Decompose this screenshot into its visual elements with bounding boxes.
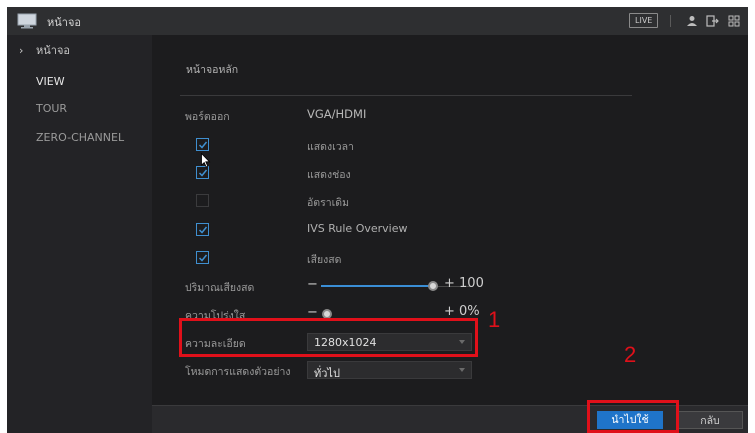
chevron-right-icon: › [19, 44, 24, 57]
sidebar-item-label: VIEW [36, 75, 65, 88]
ivs-rule-label: IVS Rule Overview [307, 222, 408, 235]
monitor-icon [17, 13, 37, 29]
sidebar-item-tour[interactable]: TOUR [7, 95, 152, 123]
grid-menu-icon[interactable] [727, 14, 741, 28]
output-port-value: VGA/HDMI [307, 107, 367, 121]
check-icon [198, 254, 208, 262]
check-icon [198, 226, 208, 234]
show-channel-label: แสดงช่อง [307, 169, 351, 181]
live-button[interactable]: LIVE [629, 13, 659, 28]
live-audio-label: เสียงสด [307, 254, 342, 266]
sidebar-item-display[interactable]: › หน้าจอ [7, 37, 152, 65]
chevron-down-icon [459, 368, 465, 372]
volume-slider[interactable]: − + 100 [307, 276, 497, 293]
slider-handle[interactable] [428, 281, 438, 291]
original-ratio-checkbox[interactable] [196, 194, 209, 207]
transparency-value: + 0% [444, 304, 480, 319]
section-title: หน้าจอหลัก [186, 64, 239, 76]
sidebar-item-label: ZERO-CHANNEL [36, 131, 125, 144]
sidebar-item-zero-channel[interactable]: ZERO-CHANNEL [7, 124, 152, 152]
minus-icon[interactable]: − [307, 277, 318, 292]
title-bar: หน้าจอ LIVE [7, 7, 748, 35]
preview-mode-value: ทั่วไป [314, 367, 340, 380]
annotation-box-apply [587, 400, 679, 433]
logout-icon[interactable] [705, 14, 719, 28]
ivs-rule-checkbox[interactable] [196, 223, 209, 236]
sidebar-item-view[interactable]: VIEW [7, 68, 152, 96]
preview-mode-label: โหมดการแสดงตัวอย่าง [185, 366, 291, 378]
annotation-marker-1: 1 [488, 307, 501, 332]
volume-value: + 100 [444, 276, 484, 291]
volume-label: ปริมาณเสียงสด [185, 282, 255, 294]
check-icon [198, 169, 208, 177]
mouse-cursor-icon [201, 153, 211, 168]
preview-mode-select[interactable]: ทั่วไป [307, 361, 472, 380]
sidebar: › หน้าจอ VIEW TOUR ZERO-CHANNEL [7, 35, 152, 433]
annotation-marker-2: 2 [624, 342, 637, 367]
sidebar-item-label: TOUR [36, 102, 68, 115]
live-audio-checkbox[interactable] [196, 251, 209, 264]
back-button[interactable]: กลับ [677, 411, 743, 429]
divider [670, 15, 671, 27]
show-time-label: แสดงเวลา [307, 141, 354, 153]
original-ratio-label: อัตราเดิม [307, 197, 349, 209]
page-title: หน้าจอ [47, 16, 81, 29]
output-port-label: พอร์ตออก [185, 111, 230, 123]
divider [180, 95, 632, 96]
annotation-box-resolution [179, 318, 478, 357]
show-time-checkbox[interactable] [196, 138, 209, 151]
user-icon[interactable] [685, 14, 699, 28]
sidebar-item-label: หน้าจอ [36, 44, 70, 57]
window: หน้าจอ LIVE › หน้าจอ VIEW TOUR ZERO-CHAN… [7, 7, 748, 433]
slider-fill [321, 285, 431, 287]
check-icon [198, 141, 208, 149]
